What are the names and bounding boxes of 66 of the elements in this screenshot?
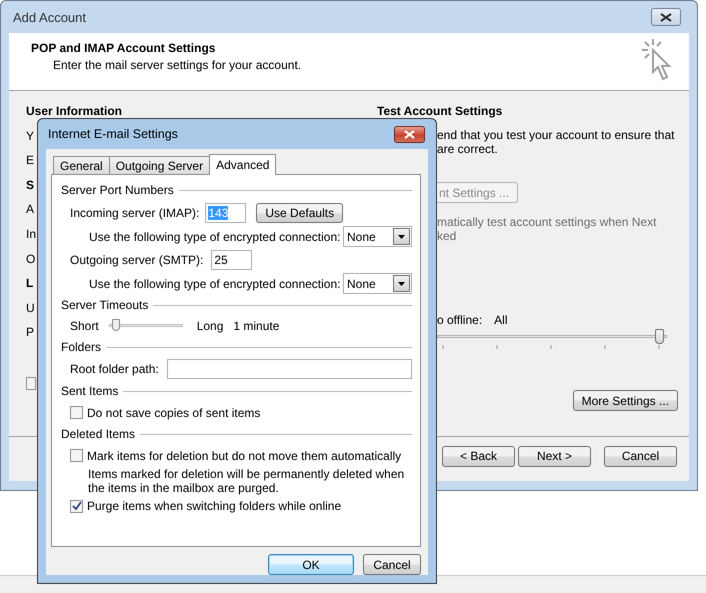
use-defaults-button[interactable]: Use Defaults bbox=[256, 202, 344, 222]
encryption-dropdown[interactable]: None bbox=[343, 273, 412, 294]
root-folder-field[interactable] bbox=[166, 359, 412, 379]
field-label: A bbox=[26, 202, 34, 216]
checkbox-label: Purge items when switching folders while online bbox=[87, 499, 342, 513]
field-label: Incoming server (IMAP): bbox=[70, 206, 200, 220]
close-icon bbox=[660, 12, 672, 22]
timeout-slider[interactable] bbox=[108, 319, 183, 333]
close-button[interactable] bbox=[394, 126, 425, 142]
auto-test-text: ked bbox=[437, 229, 458, 243]
field-label: In bbox=[26, 226, 36, 241]
note-text: Items marked for deletion will be permanently deleted when bbox=[88, 467, 406, 481]
offline-slider[interactable] bbox=[437, 329, 667, 351]
note-text: the items in the mailbox are purged. bbox=[88, 481, 280, 495]
encryption-dropdown[interactable]: None bbox=[343, 226, 412, 247]
section-heading: User Information bbox=[26, 104, 122, 118]
page-title: POP and IMAP Account Settings bbox=[31, 41, 216, 55]
checkbox[interactable] bbox=[70, 406, 83, 419]
caret-icon bbox=[398, 234, 405, 238]
checkbox[interactable] bbox=[70, 449, 83, 462]
group-title: Sent Items bbox=[61, 384, 118, 398]
wizard-button[interactable]: Cancel bbox=[604, 446, 677, 466]
field-label: P bbox=[26, 325, 34, 340]
port-field[interactable]: 25 bbox=[211, 250, 252, 270]
close-button[interactable] bbox=[651, 8, 681, 26]
section-heading: S bbox=[26, 178, 34, 192]
page-subtitle: Enter the mail server settings for your account. bbox=[52, 58, 302, 72]
group-title: Folders bbox=[61, 340, 102, 354]
checkbox-label: Mark items for deletion but do not move them automatically bbox=[87, 448, 402, 462]
wizard-button[interactable]: Next > bbox=[518, 446, 591, 466]
window-title: Add Account bbox=[13, 10, 86, 24]
section-heading: L bbox=[26, 276, 34, 290]
field-label: Root folder path: bbox=[70, 362, 159, 376]
checkbox[interactable] bbox=[70, 500, 83, 512]
caret-icon bbox=[398, 282, 405, 286]
more-settings-button[interactable]: More Settings ... bbox=[572, 390, 678, 411]
field-label: E bbox=[26, 153, 34, 168]
offline-label: o offline: bbox=[437, 313, 482, 327]
close-icon bbox=[404, 130, 415, 138]
dialog-title: Internet E-mail Settings bbox=[48, 127, 178, 141]
checkbox-label: Do not save copies of sent items bbox=[87, 406, 260, 420]
timeout-reading: 1 minute bbox=[233, 319, 280, 333]
field-label: Outgoing server (SMTP): bbox=[70, 253, 204, 267]
checkbox[interactable] bbox=[26, 376, 36, 390]
description-text: are correct. bbox=[437, 142, 499, 156]
offline-value: All bbox=[494, 313, 508, 327]
ok-button[interactable]: OK bbox=[268, 554, 354, 575]
slider-label: Long bbox=[196, 319, 224, 333]
tab[interactable]: Advanced bbox=[209, 154, 276, 175]
group-title: Deleted Items bbox=[61, 427, 136, 441]
section-heading: Test Account Settings bbox=[377, 104, 504, 118]
auto-test-text: matically test account settings when Next bbox=[437, 215, 658, 229]
field-label: Y bbox=[26, 128, 34, 143]
wizard-button[interactable]: < Back bbox=[442, 446, 515, 466]
description-text: end that you test your account to ensure that bbox=[437, 128, 676, 142]
field-label: U bbox=[26, 300, 35, 315]
tab[interactable]: Outgoing Server bbox=[108, 156, 210, 174]
field-label: O bbox=[26, 252, 36, 266]
check-icon bbox=[72, 501, 82, 511]
group-title: Server Port Numbers bbox=[61, 183, 174, 197]
slider-label: Short bbox=[70, 319, 99, 333]
group-title: Server Timeouts bbox=[61, 298, 148, 312]
field-label: Use the following type of encrypted connection: bbox=[89, 276, 340, 290]
field-label: Use the following type of encrypted connection: bbox=[89, 230, 340, 244]
tab[interactable]: General bbox=[53, 156, 110, 174]
cancel-button[interactable]: Cancel bbox=[363, 554, 421, 575]
